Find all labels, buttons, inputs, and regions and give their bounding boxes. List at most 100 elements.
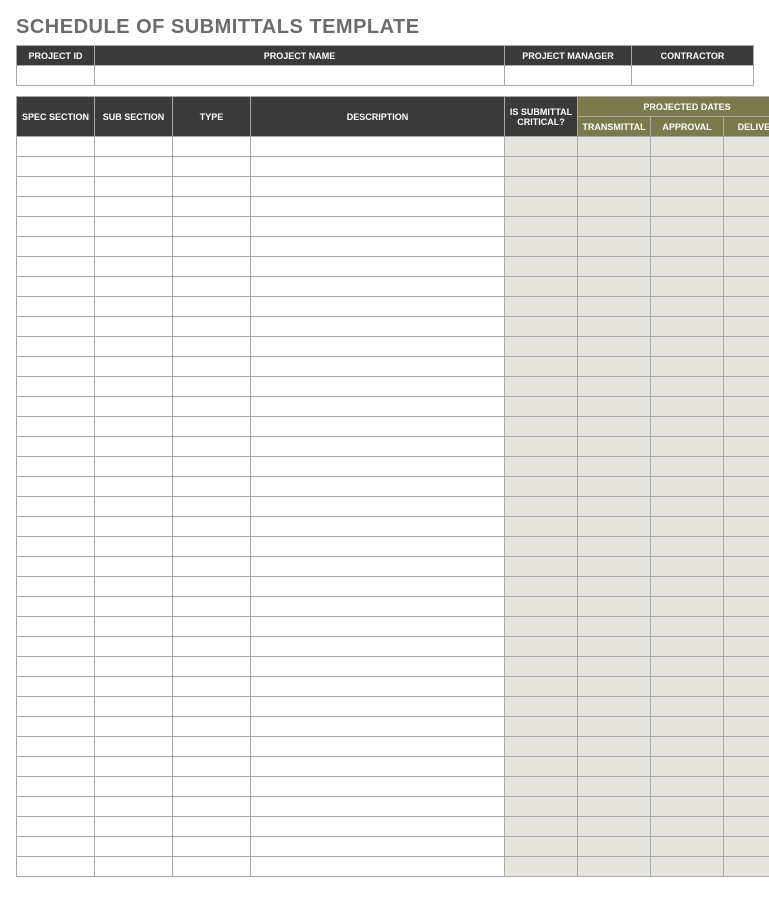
type-cell[interactable] xyxy=(173,277,251,297)
is-critical-cell[interactable] xyxy=(505,677,578,697)
delivery-input[interactable] xyxy=(724,537,769,556)
description-cell[interactable] xyxy=(251,797,505,817)
sub-section-cell[interactable] xyxy=(95,457,173,477)
sub-section-cell[interactable] xyxy=(95,417,173,437)
spec-section-cell[interactable] xyxy=(17,417,95,437)
is-critical-cell[interactable] xyxy=(505,517,578,537)
is-critical-input[interactable] xyxy=(505,597,577,616)
is-critical-cell[interactable] xyxy=(505,357,578,377)
transmittal-cell[interactable] xyxy=(578,377,651,397)
transmittal-input[interactable] xyxy=(578,397,650,416)
approval-cell[interactable] xyxy=(651,237,724,257)
is-critical-cell[interactable] xyxy=(505,397,578,417)
is-critical-input[interactable] xyxy=(505,657,577,676)
approval-cell[interactable] xyxy=(651,617,724,637)
spec-section-cell[interactable] xyxy=(17,657,95,677)
description-cell[interactable] xyxy=(251,557,505,577)
approval-cell[interactable] xyxy=(651,457,724,477)
type-input[interactable] xyxy=(173,317,250,336)
type-cell[interactable] xyxy=(173,857,251,877)
is-critical-cell[interactable] xyxy=(505,377,578,397)
spec-section-cell[interactable] xyxy=(17,857,95,877)
sub-section-cell[interactable] xyxy=(95,517,173,537)
type-input[interactable] xyxy=(173,677,250,696)
project-id-cell[interactable] xyxy=(17,66,95,86)
transmittal-cell[interactable] xyxy=(578,657,651,677)
is-critical-input[interactable] xyxy=(505,777,577,796)
is-critical-cell[interactable] xyxy=(505,597,578,617)
type-cell[interactable] xyxy=(173,317,251,337)
transmittal-cell[interactable] xyxy=(578,697,651,717)
is-critical-cell[interactable] xyxy=(505,257,578,277)
delivery-input[interactable] xyxy=(724,637,769,656)
description-input[interactable] xyxy=(251,817,504,836)
approval-input[interactable] xyxy=(651,377,723,396)
delivery-cell[interactable] xyxy=(724,177,769,197)
sub-section-input[interactable] xyxy=(95,797,172,816)
is-critical-cell[interactable] xyxy=(505,217,578,237)
delivery-input[interactable] xyxy=(724,817,769,836)
spec-section-cell[interactable] xyxy=(17,397,95,417)
delivery-cell[interactable] xyxy=(724,137,769,157)
spec-section-input[interactable] xyxy=(17,137,94,156)
sub-section-input[interactable] xyxy=(95,237,172,256)
description-input[interactable] xyxy=(251,277,504,296)
approval-cell[interactable] xyxy=(651,597,724,617)
spec-section-cell[interactable] xyxy=(17,817,95,837)
spec-section-input[interactable] xyxy=(17,497,94,516)
is-critical-cell[interactable] xyxy=(505,437,578,457)
approval-input[interactable] xyxy=(651,297,723,316)
approval-input[interactable] xyxy=(651,357,723,376)
spec-section-input[interactable] xyxy=(17,417,94,436)
spec-section-input[interactable] xyxy=(17,217,94,236)
sub-section-input[interactable] xyxy=(95,597,172,616)
sub-section-cell[interactable] xyxy=(95,617,173,637)
spec-section-input[interactable] xyxy=(17,157,94,176)
sub-section-cell[interactable] xyxy=(95,297,173,317)
project-id-input[interactable] xyxy=(17,66,94,85)
delivery-cell[interactable] xyxy=(724,697,769,717)
transmittal-input[interactable] xyxy=(578,577,650,596)
delivery-cell[interactable] xyxy=(724,437,769,457)
approval-cell[interactable] xyxy=(651,557,724,577)
sub-section-input[interactable] xyxy=(95,217,172,236)
approval-input[interactable] xyxy=(651,837,723,856)
transmittal-cell[interactable] xyxy=(578,157,651,177)
delivery-input[interactable] xyxy=(724,657,769,676)
spec-section-input[interactable] xyxy=(17,817,94,836)
description-input[interactable] xyxy=(251,157,504,176)
spec-section-cell[interactable] xyxy=(17,477,95,497)
spec-section-input[interactable] xyxy=(17,837,94,856)
is-critical-cell[interactable] xyxy=(505,417,578,437)
type-cell[interactable] xyxy=(173,677,251,697)
sub-section-input[interactable] xyxy=(95,677,172,696)
type-cell[interactable] xyxy=(173,437,251,457)
type-cell[interactable] xyxy=(173,137,251,157)
delivery-cell[interactable] xyxy=(724,257,769,277)
description-cell[interactable] xyxy=(251,157,505,177)
description-input[interactable] xyxy=(251,577,504,596)
spec-section-cell[interactable] xyxy=(17,717,95,737)
transmittal-cell[interactable] xyxy=(578,817,651,837)
type-cell[interactable] xyxy=(173,537,251,557)
approval-input[interactable] xyxy=(651,237,723,256)
is-critical-cell[interactable] xyxy=(505,857,578,877)
transmittal-input[interactable] xyxy=(578,557,650,576)
description-input[interactable] xyxy=(251,457,504,476)
spec-section-input[interactable] xyxy=(17,797,94,816)
transmittal-input[interactable] xyxy=(578,597,650,616)
description-cell[interactable] xyxy=(251,417,505,437)
approval-cell[interactable] xyxy=(651,217,724,237)
sub-section-input[interactable] xyxy=(95,317,172,336)
contractor-input[interactable] xyxy=(632,66,753,85)
approval-input[interactable] xyxy=(651,717,723,736)
transmittal-input[interactable] xyxy=(578,497,650,516)
is-critical-cell[interactable] xyxy=(505,577,578,597)
sub-section-input[interactable] xyxy=(95,837,172,856)
description-cell[interactable] xyxy=(251,457,505,477)
delivery-input[interactable] xyxy=(724,157,769,176)
sub-section-input[interactable] xyxy=(95,257,172,276)
spec-section-input[interactable] xyxy=(17,757,94,776)
delivery-input[interactable] xyxy=(724,777,769,796)
approval-cell[interactable] xyxy=(651,297,724,317)
